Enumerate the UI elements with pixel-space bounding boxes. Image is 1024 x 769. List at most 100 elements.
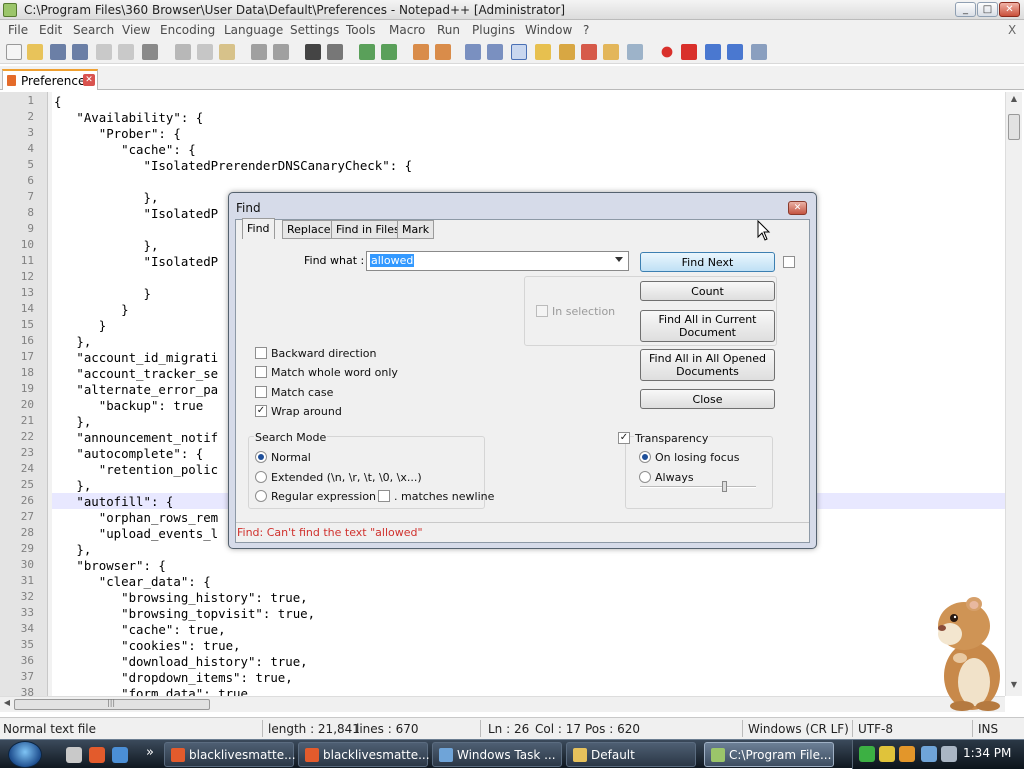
zoom-out-icon[interactable] (381, 44, 397, 60)
copy-icon[interactable] (197, 44, 213, 60)
start-button-icon[interactable] (8, 741, 42, 768)
save-all-icon[interactable] (72, 44, 88, 60)
taskbar-clock[interactable]: 1:34 PM (963, 746, 1011, 760)
taskbar-item-browser-2[interactable]: blacklivesmatte... (298, 742, 430, 767)
word-wrap-icon[interactable] (465, 44, 481, 60)
menu-settings[interactable]: Settings (290, 23, 339, 37)
run-macro-multiple-icon[interactable] (727, 44, 743, 60)
horizontal-scroll-thumb[interactable]: ||| (14, 698, 210, 710)
menu-run[interactable]: Run (437, 23, 460, 37)
match-whole-word-checkbox[interactable] (255, 366, 267, 378)
record-macro-icon[interactable] (659, 44, 675, 60)
network-tray-icon[interactable] (921, 746, 937, 762)
new-file-icon[interactable] (6, 44, 22, 60)
find-what-input[interactable]: allowed (366, 251, 629, 271)
tab-preferences[interactable]: Preferences ✕ (2, 69, 98, 90)
menu-encoding[interactable]: Encoding (160, 23, 215, 37)
matches-newline-checkbox[interactable] (378, 490, 390, 502)
menu-macro[interactable]: Macro (389, 23, 425, 37)
close-button[interactable]: Close (640, 389, 775, 409)
stop-recording-icon[interactable] (681, 44, 697, 60)
transparency-checkbox[interactable]: ✓ (618, 432, 630, 444)
wrap-around-checkbox[interactable]: ✓ (255, 405, 267, 417)
tab-find-in-files[interactable]: Find in Files (331, 220, 405, 239)
scroll-left-arrow-icon[interactable]: ◀ (1, 698, 13, 710)
always-radio[interactable] (639, 471, 651, 483)
extended-radio[interactable] (255, 471, 267, 483)
sync-vertical-icon[interactable] (413, 44, 429, 60)
taskbar-item-default-folder[interactable]: Default (566, 742, 696, 767)
normal-radio[interactable] (255, 451, 267, 463)
find-icon[interactable] (305, 44, 321, 60)
on-losing-focus-radio[interactable] (639, 451, 651, 463)
volume-tray-icon[interactable] (941, 746, 957, 762)
close-file-icon[interactable] (96, 44, 112, 60)
find-all-in-all-opened-documents-button[interactable]: Find All in All Opened Documents (640, 349, 775, 381)
show-desktop-icon[interactable] (66, 747, 82, 763)
minimize-button[interactable]: _ (955, 2, 976, 17)
redo-icon[interactable] (273, 44, 289, 60)
menu-view[interactable]: View (122, 23, 150, 37)
tab-find[interactable]: Find (242, 218, 275, 239)
vertical-scroll-thumb[interactable] (1008, 114, 1020, 140)
taskbar-item-browser-1[interactable]: blacklivesmatte... (164, 742, 296, 767)
fold-margin[interactable] (48, 92, 52, 696)
paste-icon[interactable] (219, 44, 235, 60)
dropdown-arrow-icon[interactable] (615, 257, 623, 262)
close-document-x[interactable]: X (1008, 23, 1016, 37)
taskbar-item-task-manager[interactable]: Windows Task ... (432, 742, 562, 767)
save-macro-icon[interactable] (751, 44, 767, 60)
green-tray-icon[interactable] (859, 746, 875, 762)
dialog-close-button[interactable]: ✕ (788, 201, 807, 215)
zoom-in-icon[interactable] (359, 44, 375, 60)
horizontal-scrollbar[interactable]: ◀ ||| (0, 696, 1005, 712)
menu-edit[interactable]: Edit (39, 23, 62, 37)
user-language-icon[interactable] (535, 44, 551, 60)
document-tab-bar: Preferences ✕ (0, 66, 1024, 90)
open-file-icon[interactable] (27, 44, 43, 60)
menu-search[interactable]: Search (73, 23, 114, 37)
replace-icon[interactable] (327, 44, 343, 60)
match-case-checkbox[interactable] (255, 386, 267, 398)
count-button[interactable]: Count (640, 281, 775, 301)
cut-icon[interactable] (175, 44, 191, 60)
search-tray-icon[interactable] (899, 746, 915, 762)
menu-file[interactable]: File (8, 23, 28, 37)
save-icon[interactable] (50, 44, 66, 60)
tab-replace[interactable]: Replace (282, 220, 336, 239)
computer-quicklaunch-icon[interactable] (112, 747, 128, 763)
menu-window[interactable]: Window (525, 23, 572, 37)
print-icon[interactable] (142, 44, 158, 60)
menu-help[interactable]: ? (583, 23, 589, 37)
maximize-button[interactable]: □ (977, 2, 998, 17)
tab-mark[interactable]: Mark (397, 220, 435, 239)
in-selection-checkbox[interactable] (536, 305, 548, 317)
security-tray-icon[interactable] (879, 746, 895, 762)
browser-quicklaunch-icon[interactable] (89, 747, 105, 763)
quicklaunch-more-icon[interactable]: » (146, 745, 154, 760)
menu-language[interactable]: Language (224, 23, 283, 37)
find-all-in-current-document-button[interactable]: Find All in Current Document (640, 310, 775, 342)
extra-option-checkbox[interactable] (783, 256, 795, 268)
transparency-slider-thumb[interactable] (722, 481, 727, 492)
regular-expression-radio[interactable] (255, 490, 267, 502)
sync-horizontal-icon[interactable] (435, 44, 451, 60)
transparency-slider-track[interactable] (640, 486, 756, 488)
playback-macro-icon[interactable] (705, 44, 721, 60)
scroll-up-arrow-icon[interactable]: ▲ (1008, 94, 1020, 106)
monitoring-icon[interactable] (627, 44, 643, 60)
undo-icon[interactable] (251, 44, 267, 60)
indent-guide-icon[interactable] (511, 44, 527, 60)
document-map-icon[interactable] (559, 44, 575, 60)
taskbar-item-notepad-plus-plus[interactable]: C:\Program File... (704, 742, 834, 767)
close-window-button[interactable]: ✕ (999, 2, 1020, 17)
menu-plugins[interactable]: Plugins (472, 23, 515, 37)
backward-direction-checkbox[interactable] (255, 347, 267, 359)
close-all-icon[interactable] (118, 44, 134, 60)
find-next-button[interactable]: Find Next (640, 252, 775, 272)
folder-as-workspace-icon[interactable] (603, 44, 619, 60)
tab-close-icon[interactable]: ✕ (83, 74, 95, 86)
show-all-characters-icon[interactable] (487, 44, 503, 60)
menu-tools[interactable]: Tools (346, 23, 376, 37)
function-list-icon[interactable] (581, 44, 597, 60)
